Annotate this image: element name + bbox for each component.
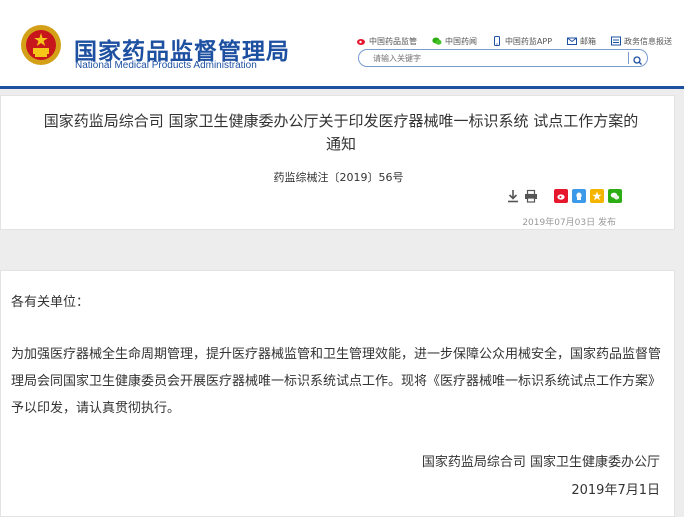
link-news[interactable]: 中国药闻 <box>432 36 477 47</box>
signature-organization: 国家药监局综合司 国家卫生健康委办公厅 <box>421 455 660 470</box>
site-header: 国家药品监督管理局 National Medical Products Admi… <box>0 0 684 89</box>
weibo-icon <box>357 39 365 45</box>
article-body-card: 各有关单位： 为加强医疗器械全生命周期管理，提升医疗器械监管和卫生管理效能，进一… <box>0 270 675 517</box>
print-icon[interactable] <box>524 189 538 203</box>
article-title: 国家药监局综合司 国家卫生健康委办公厅关于印发医疗器械唯一标识系统 试点工作方案… <box>43 112 639 153</box>
search-box <box>358 49 648 67</box>
top-links: 中国药品监管 中国药闻 中国药监APP 邮箱 政务信息报送 <box>356 34 672 48</box>
report-icon <box>611 36 621 46</box>
link-weibo[interactable]: 中国药品监管 <box>356 36 417 47</box>
link-app-label: 中国药监APP <box>504 36 553 46</box>
link-mail[interactable]: 邮箱 <box>567 36 596 47</box>
download-icon[interactable] <box>506 189 520 203</box>
body-paragraph: 为加强医疗器械全生命周期管理，提升医疗器械监管和卫生管理效能，进一步保障公众用械… <box>11 347 662 416</box>
document-number: 药监综械注〔2019〕56号 <box>273 171 404 184</box>
publish-date: 2019年07月03日 发布 <box>522 218 616 228</box>
link-weibo-label: 中国药品监管 <box>369 36 417 46</box>
salutation: 各有关单位： <box>11 295 90 310</box>
search-icon <box>633 56 642 65</box>
article-tools <box>506 188 622 204</box>
share-qzone-icon[interactable] <box>572 189 586 203</box>
article-header-card: 国家药监局综合司 国家卫生健康委办公厅关于印发医疗器械唯一标识系统 试点工作方案… <box>0 95 675 230</box>
link-report[interactable]: 政务信息报送 <box>611 36 672 47</box>
search-input[interactable] <box>373 51 613 65</box>
share-star-icon[interactable] <box>590 189 604 203</box>
wechat-icon <box>432 37 442 45</box>
phone-icon <box>493 36 500 46</box>
search-button[interactable] <box>628 52 643 65</box>
share-wechat-icon[interactable] <box>608 189 622 203</box>
brand-name-en[interactable]: National Medical Products Administration <box>75 60 257 71</box>
link-mail-label: 邮箱 <box>580 36 597 46</box>
mail-icon <box>567 37 578 45</box>
link-news-label: 中国药闻 <box>444 36 477 46</box>
link-app[interactable]: 中国药监APP <box>492 36 552 47</box>
national-emblem-icon <box>21 25 61 65</box>
share-weibo-icon[interactable] <box>554 189 568 203</box>
link-report-label: 政务信息报送 <box>624 36 672 46</box>
signature-date: 2019年7月1日 <box>571 483 660 498</box>
